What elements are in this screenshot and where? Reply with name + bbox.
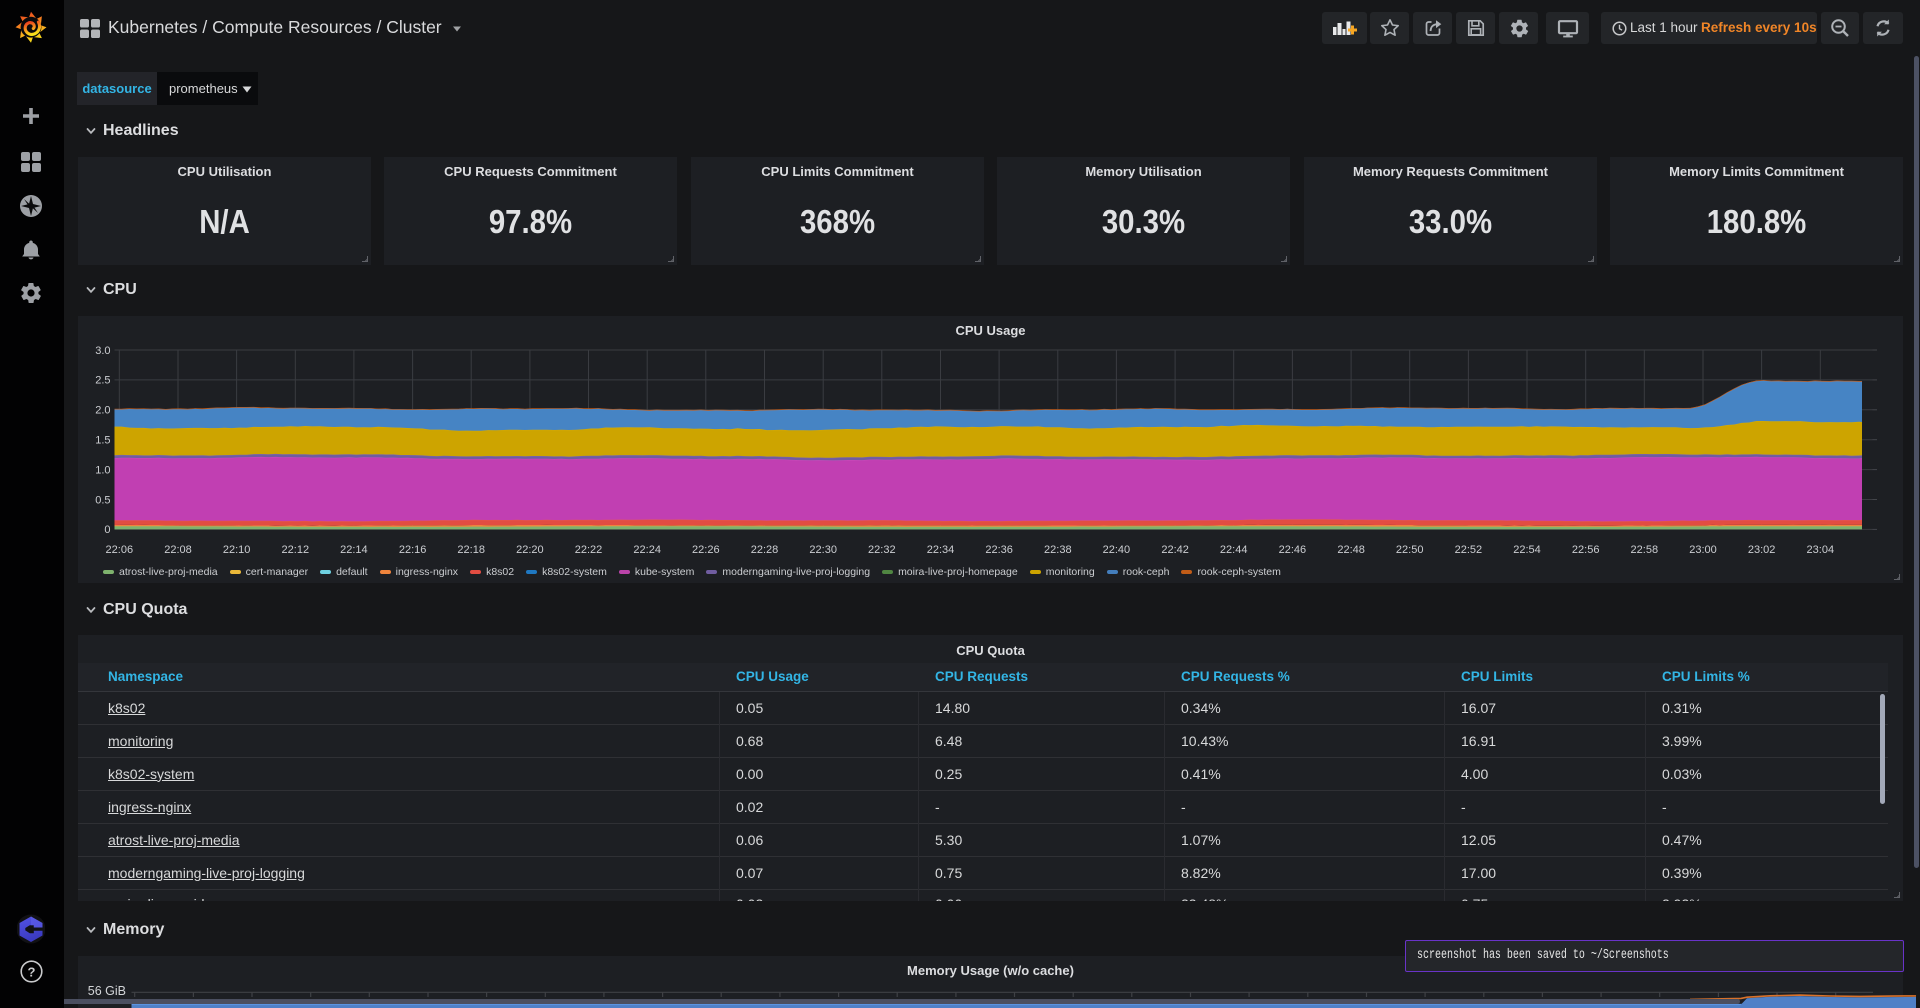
svg-text:22:30: 22:30: [809, 544, 837, 556]
svg-text:0.5: 0.5: [95, 494, 110, 506]
svg-text:1.0: 1.0: [95, 464, 110, 476]
svg-text:22:58: 22:58: [1631, 544, 1659, 556]
svg-text:22:36: 22:36: [985, 544, 1013, 556]
svg-text:22:28: 22:28: [751, 544, 779, 556]
svg-text:23:04: 23:04: [1807, 544, 1835, 556]
svg-text:22:48: 22:48: [1337, 544, 1365, 556]
svg-text:22:18: 22:18: [457, 544, 485, 556]
svg-text:22:10: 22:10: [223, 544, 251, 556]
svg-text:22:22: 22:22: [575, 544, 603, 556]
svg-text:2.0: 2.0: [95, 405, 110, 417]
svg-text:22:50: 22:50: [1396, 544, 1424, 556]
svg-text:22:32: 22:32: [868, 544, 896, 556]
svg-text:22:46: 22:46: [1279, 544, 1307, 556]
svg-text:1.5: 1.5: [95, 435, 110, 447]
svg-text:23:00: 23:00: [1689, 544, 1717, 556]
svg-text:22:42: 22:42: [1161, 544, 1189, 556]
svg-text:22:34: 22:34: [927, 544, 955, 556]
svg-text:22:16: 22:16: [399, 544, 427, 556]
svg-text:22:40: 22:40: [1103, 544, 1131, 556]
svg-text:22:08: 22:08: [164, 544, 192, 556]
svg-text:22:56: 22:56: [1572, 544, 1600, 556]
svg-text:?: ?: [28, 964, 36, 979]
svg-text:22:26: 22:26: [692, 544, 720, 556]
svg-text:22:24: 22:24: [633, 544, 661, 556]
svg-text:22:20: 22:20: [516, 544, 544, 556]
svg-text:22:12: 22:12: [282, 544, 310, 556]
svg-text:23:02: 23:02: [1748, 544, 1776, 556]
svg-text:22:44: 22:44: [1220, 544, 1248, 556]
svg-text:2.5: 2.5: [95, 375, 110, 387]
svg-text:22:54: 22:54: [1513, 544, 1541, 556]
svg-text:22:14: 22:14: [340, 544, 368, 556]
svg-text:0: 0: [104, 524, 110, 536]
svg-text:3.0: 3.0: [95, 345, 110, 357]
svg-text:22:06: 22:06: [106, 544, 134, 556]
svg-text:22:52: 22:52: [1455, 544, 1483, 556]
svg-text:22:38: 22:38: [1044, 544, 1072, 556]
